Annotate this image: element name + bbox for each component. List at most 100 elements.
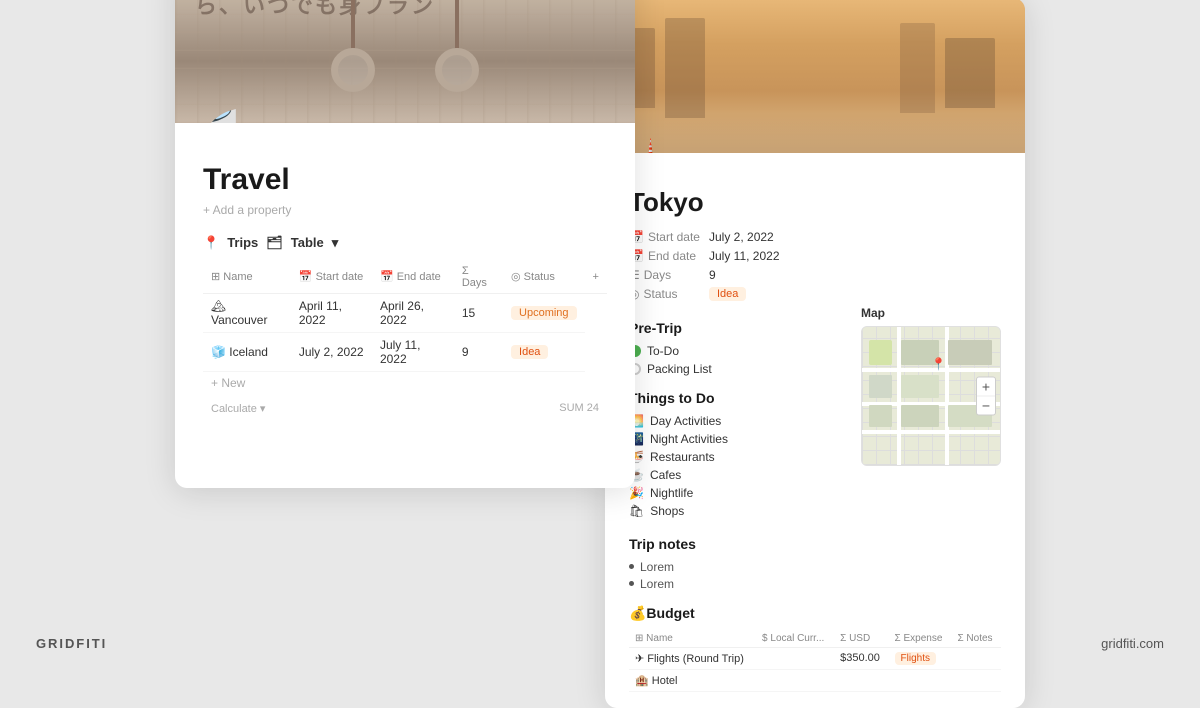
budget-col-local: $ Local Curr... <box>756 630 834 648</box>
days-value: 9 <box>709 268 716 282</box>
row-status: Idea <box>503 332 585 371</box>
budget-row: ✈ Flights (Round Trip) $350.00 Flights <box>629 647 1001 669</box>
trip-notes-title: Trip notes <box>629 536 1001 552</box>
pre-trip-title: Pre-Trip <box>629 320 845 336</box>
status-label: ◎ Status <box>629 287 701 301</box>
col-start-date: 📅 Start date <box>291 261 372 294</box>
day-activities: 🌅 Day Activities <box>629 414 845 428</box>
travel-card: ら、いつでも身プラン 🚄 Travel + Add a property <box>175 0 635 488</box>
budget-table: ⊞ Name $ Local Curr... Σ USD Σ Expense Σ… <box>629 630 1001 692</box>
add-property-button[interactable]: + Add a property <box>203 203 607 217</box>
budget-col-expense: Σ Expense <box>889 630 952 648</box>
budget-row-usd: $350.00 <box>834 647 888 669</box>
note-1: Lorem <box>629 560 1001 574</box>
map-pin: 📍 <box>931 357 946 371</box>
map-box[interactable]: 📍 + − <box>861 326 1001 466</box>
status-row: ◎ Status Idea <box>629 287 1001 301</box>
map-title: Map <box>861 306 1001 320</box>
tokyo-page-title: Tokyo <box>629 187 1001 218</box>
night-activities: 🌃 Night Activities <box>629 432 845 446</box>
trips-label: Trips <box>227 235 258 250</box>
budget-row-usd <box>834 669 888 691</box>
status-badge: Idea <box>709 287 746 301</box>
budget-row: 🏨 Hotel <box>629 669 1001 691</box>
shops-label: Shops <box>650 504 684 518</box>
budget-row-notes <box>951 669 1001 691</box>
trips-icon: 📍 <box>203 235 219 251</box>
row-name: 🏔 Vancouver <box>203 293 291 332</box>
budget-row-name: ✈ Flights (Round Trip) <box>629 647 756 669</box>
page-title: Travel <box>203 163 607 197</box>
tokyo-hero: 🗼 <box>605 0 1025 153</box>
col-end-date: 📅 End date <box>372 261 454 294</box>
end-date-value: July 11, 2022 <box>709 249 780 263</box>
zoom-in-button[interactable]: + <box>977 377 995 396</box>
things-title: Things to Do <box>629 390 845 406</box>
restaurants: 🍜 Restaurants <box>629 450 845 464</box>
budget-title: 💰Budget <box>629 605 1001 622</box>
row-start: July 2, 2022 <box>291 332 372 371</box>
budget-col-name: ⊞ Name <box>629 630 756 648</box>
budget-row-notes <box>951 647 1001 669</box>
days-row: ☰ Days 9 <box>629 268 1001 282</box>
cal-icon: 📅 <box>299 271 313 283</box>
travel-hero: ら、いつでも身プラン 🚄 <box>175 0 635 123</box>
shops-icon: 🛍 <box>629 504 644 518</box>
end-date-label: 📅 End date <box>629 249 701 263</box>
budget-row-local <box>756 669 834 691</box>
restaurant-label: Restaurants <box>650 450 715 464</box>
row-days: 15 <box>454 293 503 332</box>
budget-col-notes: Σ Notes <box>951 630 1001 648</box>
table-row: 🏔 Vancouver April 11, 2022 April 26, 202… <box>203 293 607 332</box>
col-days: Σ Days <box>454 261 503 294</box>
days-label: ☰ Days <box>629 268 701 282</box>
brand-right: gridfiti.com <box>1101 636 1164 651</box>
status-badge-upcoming: Upcoming <box>511 306 577 320</box>
col-status: ◎ Status <box>503 261 585 294</box>
name-icon: ⊞ <box>211 271 220 283</box>
trips-section-header: 📍 Trips 🗂 Table ▾ <box>203 235 607 251</box>
budget-row-expense <box>889 669 952 691</box>
packing-label: Packing List <box>647 362 712 376</box>
row-days: 9 <box>454 332 503 371</box>
tokyo-emoji: 🗼 <box>633 138 668 153</box>
budget-row-name: 🏨 Hotel <box>629 669 756 691</box>
train-illustration <box>175 0 635 123</box>
table-footer: Calculate ▾ SUM 24 <box>203 394 607 419</box>
budget-row-local <box>756 647 834 669</box>
packing-item: Packing List <box>629 362 845 376</box>
start-date-value: July 2, 2022 <box>709 230 774 244</box>
todo-label: To-Do <box>647 344 679 358</box>
night-label: Night Activities <box>650 432 728 446</box>
chevron-down-icon[interactable]: ▾ <box>332 235 339 251</box>
budget-col-usd: Σ USD <box>834 630 888 648</box>
nightlife: 🎉 Nightlife <box>629 486 845 500</box>
new-row-button[interactable]: + New <box>203 372 607 394</box>
table-label[interactable]: Table <box>291 235 324 250</box>
day-label: Day Activities <box>650 414 721 428</box>
row-status: Upcoming <box>503 293 585 332</box>
end-date-row: 📅 End date July 11, 2022 <box>629 249 1001 263</box>
col-add[interactable]: + <box>585 261 607 294</box>
table-icon: 🗂 <box>266 235 283 251</box>
cafes: ☕ Cafes <box>629 468 845 482</box>
map-zoom-controls[interactable]: + − <box>976 376 996 415</box>
tokyo-card: 🗼 Tokyo 📅 Start date July 2, 2022 📅 End … <box>605 0 1025 708</box>
nightlife-icon: 🎉 <box>629 486 644 500</box>
bullet-icon <box>629 564 634 569</box>
calculate-button[interactable]: Calculate ▾ <box>211 402 265 415</box>
bullet-icon <box>629 581 634 586</box>
shops: 🛍 Shops <box>629 504 845 518</box>
nightlife-label: Nightlife <box>650 486 693 500</box>
trips-table: ⊞ Name 📅 Start date 📅 End date Σ Days ◎ … <box>203 261 607 372</box>
cafe-label: Cafes <box>650 468 681 482</box>
status-badge-idea: Idea <box>511 345 548 359</box>
todo-item: To-Do <box>629 344 845 358</box>
start-date-row: 📅 Start date July 2, 2022 <box>629 230 1001 244</box>
row-end: July 11, 2022 <box>372 332 454 371</box>
zoom-out-button[interactable]: − <box>977 396 995 414</box>
row-start: April 11, 2022 <box>291 293 372 332</box>
train-emoji: 🚄 <box>203 108 238 123</box>
note-2: Lorem <box>629 577 1001 591</box>
budget-row-expense: Flights <box>889 647 952 669</box>
